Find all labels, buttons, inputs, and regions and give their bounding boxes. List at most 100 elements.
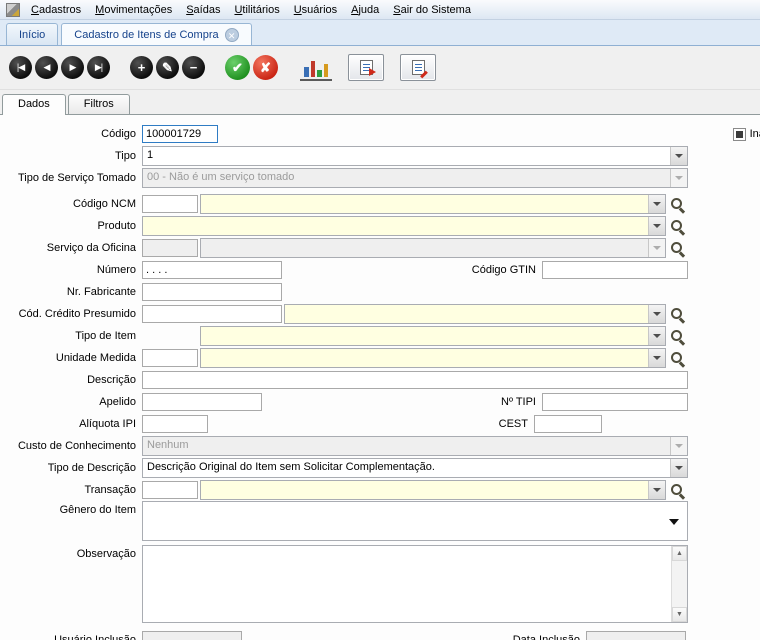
ipi-input[interactable] [142,415,208,433]
credito-label: Cód. Crédito Presumido [18,308,136,320]
unidade-select[interactable] [200,348,666,368]
produto-magnifier-icon[interactable] [669,218,686,235]
gtin-input[interactable] [542,261,688,279]
row-ipi: Alíquota IPI CEST [0,413,760,435]
unidade-magnifier-icon[interactable] [669,350,686,367]
add-record-button[interactable]: + [130,56,153,79]
document-edit-icon [411,60,428,79]
tab-inicio-label: Início [19,28,46,41]
cancel-button[interactable]: ✘ [253,55,278,80]
first-record-button[interactable]: |◀ [9,56,32,79]
tipo-item-magnifier-icon[interactable] [669,328,686,345]
transacao-code-input[interactable] [142,481,198,499]
servico-oficina-select [200,238,666,258]
edit-record-button[interactable]: ✎ [156,56,179,79]
row-produto: Produto [0,215,760,237]
toolbar: |◀ ◀ ▶ ▶| + ✎ − ✔ ✘ [0,46,760,90]
fabricante-input[interactable] [142,283,282,301]
next-record-button[interactable]: ▶ [61,56,84,79]
menu-utilitarios[interactable]: Utilitários [227,2,286,18]
row-tipo-item: Tipo de Item [0,325,760,347]
credito-select[interactable] [284,304,666,324]
row-tipo-servico: Tipo de Serviço Tomado 00 - Não é um ser… [0,167,760,189]
menu-sair-do-sistema[interactable]: Sair do Sistema [386,2,478,18]
last-record-button[interactable]: ▶| [87,56,110,79]
tipo-servico-label: Tipo de Serviço Tomado [17,172,136,184]
scrollbar-down-icon[interactable]: ▼ [672,607,687,622]
produto-select[interactable] [142,216,666,236]
menu-movimentacoes[interactable]: Movimentações [88,2,179,18]
credito-code-input[interactable] [142,305,282,323]
previous-record-button[interactable]: ◀ [35,56,58,79]
row-tipo-desc: Tipo de Descrição Descrição Original do … [0,457,760,479]
transacao-label: Transação [84,484,136,496]
tipo-desc-select[interactable]: Descrição Original do Item sem Solicitar… [142,458,688,478]
cest-input[interactable] [534,415,602,433]
delete-record-button[interactable]: − [182,56,205,79]
row-observacao: Observação ▲ ▼ [0,545,760,629]
chevron-down-icon [670,459,687,477]
custo-select: Nenhum [142,436,688,456]
scrollbar[interactable]: ▲ ▼ [671,546,687,622]
chart-button[interactable] [300,54,332,81]
ncm-label: Código NCM [73,198,136,210]
bar-chart-icon [304,67,309,77]
row-apelido: Apelido Nº TIPI [0,391,760,413]
row-credito: Cód. Crédito Presumido [0,303,760,325]
ncm-select[interactable] [200,194,666,214]
transacao-magnifier-icon[interactable] [669,482,686,499]
tab-cadastro-itens-compra[interactable]: Cadastro de Itens de Compra ✕ [61,23,252,45]
ncm-magnifier-icon[interactable] [669,196,686,213]
row-unidade: Unidade Medida [0,347,760,369]
menu-usuarios[interactable]: Usuários [287,2,344,18]
edit-report-button[interactable] [400,54,436,81]
apelido-input[interactable] [142,393,262,411]
descricao-input[interactable] [142,371,688,389]
scrollbar-up-icon[interactable]: ▲ [672,546,687,561]
tab-filtros[interactable]: Filtros [67,94,130,114]
tab-cadastro-label: Cadastro de Itens de Compra [74,28,219,41]
codigo-label: Código [101,128,136,140]
inativo-checkbox[interactable] [732,127,746,141]
genero-select[interactable] [142,501,688,541]
produto-label: Produto [97,220,136,232]
credito-magnifier-icon[interactable] [669,306,686,323]
tipo-desc-value: Descrição Original do Item sem Solicitar… [147,461,435,473]
transacao-select[interactable] [200,480,666,500]
tipi-label: Nº TIPI [501,396,536,408]
numero-label: Número [96,264,136,276]
unidade-label: Unidade Medida [55,352,136,364]
observacao-textarea[interactable]: ▲ ▼ [142,545,688,623]
ncm-code-input[interactable] [142,195,198,213]
usuario-inclusao-input [142,631,242,640]
tipo-item-select[interactable] [200,326,666,346]
servico-oficina-magnifier-icon[interactable] [669,240,686,257]
fabricante-label: Nr. Fabricante [66,286,136,298]
chevron-down-icon [670,169,687,187]
observacao-label: Observação [76,548,136,560]
chevron-down-icon [669,519,679,525]
menu-saidas[interactable]: Saídas [179,2,227,18]
gtin-label: Código GTIN [471,264,536,276]
menu-cadastros[interactable]: Cadastros [24,2,88,18]
custo-label: Custo de Conhecimento [17,440,136,452]
close-tab-icon[interactable]: ✕ [224,27,239,42]
codigo-input[interactable] [142,125,218,143]
menu-ajuda[interactable]: Ajuda [344,2,386,18]
tipo-desc-label: Tipo de Descrição [47,462,136,474]
numero-input[interactable] [142,261,282,279]
tab-dados[interactable]: Dados [2,94,66,115]
document-tab-bar: Início Cadastro de Itens de Compra ✕ [0,20,760,46]
data-inclusao-input [586,631,686,640]
inativo-label: Inativo [749,128,760,140]
chevron-down-icon [670,437,687,455]
tipi-input[interactable] [542,393,688,411]
tab-inicio[interactable]: Início [6,23,59,45]
row-descricao: Descrição [0,369,760,391]
export-report-button[interactable] [348,54,384,81]
confirm-button[interactable]: ✔ [225,55,250,80]
row-ncm: Código NCM [0,193,760,215]
tipo-select[interactable]: 1 [142,146,688,166]
chevron-down-icon [670,147,687,165]
unidade-code-input[interactable] [142,349,198,367]
